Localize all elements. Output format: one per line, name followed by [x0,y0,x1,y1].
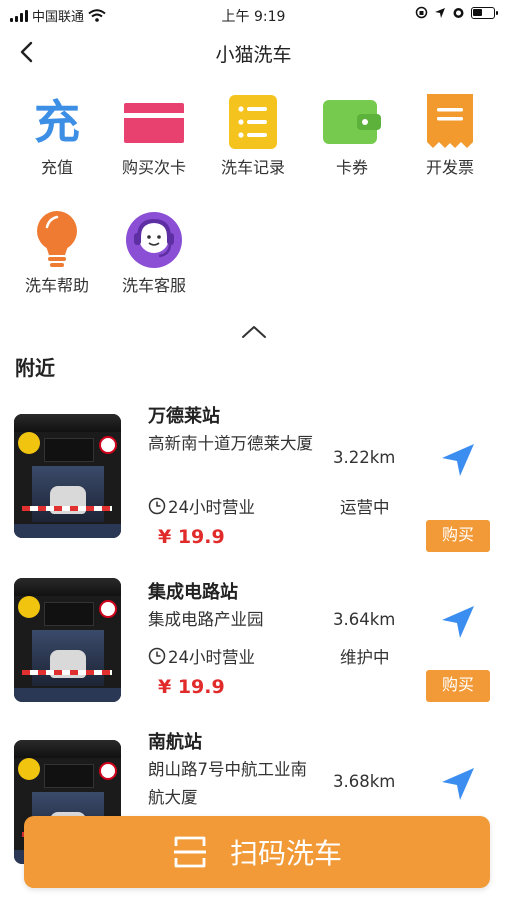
scan-wash-button[interactable]: 扫码洗车 [24,816,490,888]
status-icons [415,6,498,19]
menu-item-wash-records[interactable]: 洗车记录 [203,92,303,178]
clock-icon [148,647,166,665]
station-address: 朗山路7号中航工业南航大厦 [148,760,307,807]
station-distance: 3.68km [333,772,396,791]
nav-bar: 小猫洗车 [0,30,507,74]
station-card[interactable]: 集成电路站 集成电路产业园 3.64km 24小时营业 维护中 ¥ 19.9 购… [0,574,507,734]
station-name: 南航站 [148,732,202,753]
menu-item-label: 洗车帮助 [24,276,89,295]
buy-button[interactable]: 购买 [426,670,490,702]
menu-item-buy-card[interactable]: 购买次卡 [104,92,204,178]
station-status: 运营中 [340,498,390,517]
menu-item-wash-help[interactable]: 洗车帮助 [7,210,107,296]
battery-icon [471,6,498,19]
station-name: 集成电路站 [148,582,238,603]
scan-wash-label: 扫码洗车 [229,837,342,870]
menu-item-customer-service[interactable]: 洗车客服 [104,210,204,296]
menu-item-label: 洗车记录 [220,158,285,177]
menu-item-recharge[interactable]: 充 充值 [7,92,107,178]
list-icon [223,92,283,152]
chevron-up-icon[interactable] [240,322,268,342]
menu-item-label: 洗车客服 [121,276,186,295]
station-status: 维护中 [340,648,390,667]
lock-rotation-icon [415,6,428,19]
station-address: 高新南十道万德莱大厦 [148,434,313,453]
station-distance: 3.22km [333,448,396,467]
station-hours-text: 24小时营业 [168,648,255,667]
menu-item-coupons[interactable]: 卡券 [302,92,402,178]
card-icon [124,92,184,152]
navigate-icon[interactable] [440,766,476,802]
menu-item-label: 卡券 [335,158,368,177]
clock-icon [148,497,166,515]
station-address: 集成电路产业园 [148,610,264,629]
section-title-nearby: 附近 [15,356,55,380]
location-icon [435,7,445,18]
buy-button[interactable]: 购买 [426,520,490,552]
recharge-icon: 充 [34,95,80,149]
station-price: ¥ 19.9 [158,676,225,698]
wallet-icon [322,92,382,152]
station-price: ¥ 19.9 [158,526,225,548]
invoice-icon [420,92,480,152]
menu-item-label: 充值 [40,158,73,177]
station-distance: 3.64km [333,610,396,629]
station-hours-text: 24小时营业 [168,498,255,517]
alarm-icon [453,8,464,18]
page-title: 小猫洗车 [215,44,292,66]
station-card[interactable]: 万德莱站 高新南十道万德莱大厦 3.22km 24小时营业 运营中 ¥ 19.9… [0,398,507,558]
menu-item-label: 开发票 [425,158,474,177]
status-bar: 中国联通 上午 9:19 [0,0,507,30]
menu-item-label: 购买次卡 [121,158,186,177]
station-photo [14,414,121,538]
navigate-icon[interactable] [440,604,476,640]
menu-item-invoice[interactable]: 开发票 [400,92,500,178]
lightbulb-icon [27,210,87,270]
station-hours: 24小时营业 [148,644,255,668]
navigate-icon[interactable] [440,442,476,478]
scan-icon [173,836,206,868]
station-hours: 24小时营业 [148,494,255,518]
station-name: 万德莱站 [148,406,220,427]
customer-service-icon [124,210,184,270]
station-photo [14,578,121,702]
